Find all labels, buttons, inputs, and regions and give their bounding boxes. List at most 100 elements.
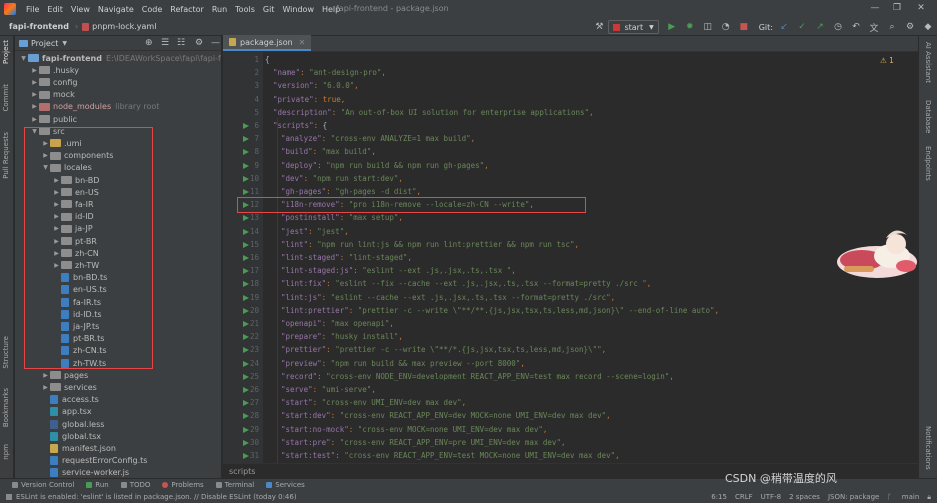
run-script-icon[interactable] bbox=[243, 347, 249, 354]
chevron-right-icon[interactable]: ▶ bbox=[30, 67, 39, 74]
stop-icon[interactable]: ■ bbox=[737, 20, 751, 34]
run-script-icon[interactable] bbox=[243, 426, 249, 433]
npm-tool-tab[interactable]: npm bbox=[2, 444, 10, 460]
git-push-icon[interactable]: ↗ bbox=[813, 20, 827, 34]
tree-item[interactable]: ▶ public bbox=[30, 113, 77, 125]
close-window-button[interactable]: ✕ bbox=[914, 2, 928, 15]
chevron-right-icon[interactable]: ▶ bbox=[30, 91, 39, 98]
status-message[interactable]: ESLint is enabled: 'eslint' is listed in… bbox=[16, 493, 297, 501]
run-script-icon[interactable] bbox=[243, 307, 249, 314]
code-editor[interactable]: {"name": "ant-design-pro", "version": "6.… bbox=[263, 52, 918, 463]
tree-item[interactable]: manifest.json bbox=[41, 442, 116, 454]
run-script-icon[interactable] bbox=[243, 321, 249, 327]
tree-item[interactable]: ▶ config bbox=[30, 76, 77, 88]
close-tab-icon[interactable]: ✕ bbox=[299, 38, 306, 47]
caret-position[interactable]: 6:15 bbox=[711, 493, 727, 501]
menu-edit[interactable]: Edit bbox=[43, 5, 67, 14]
menu-file[interactable]: File bbox=[22, 5, 43, 14]
menu-tools[interactable]: Tools bbox=[231, 5, 259, 14]
coverage-icon[interactable]: ◫ bbox=[701, 20, 715, 34]
debug-icon[interactable]: ✹ bbox=[683, 20, 697, 34]
chevron-right-icon[interactable]: ▶ bbox=[30, 103, 39, 110]
search-icon[interactable]: ⌕ bbox=[885, 20, 899, 34]
git-update-icon[interactable]: ↙ bbox=[777, 20, 791, 34]
run-script-icon[interactable] bbox=[243, 149, 249, 156]
gear-icon[interactable]: ⚙ bbox=[195, 38, 203, 48]
breadcrumb-file[interactable]: pnpm-lock.yaml bbox=[92, 22, 156, 31]
run-script-icon[interactable] bbox=[243, 189, 249, 195]
menu-view[interactable]: View bbox=[67, 5, 94, 14]
line-separator[interactable]: CRLF bbox=[735, 493, 753, 501]
tree-item[interactable]: service-worker.js bbox=[41, 467, 129, 478]
rollback-icon[interactable]: ↶ bbox=[849, 20, 863, 34]
translate-icon[interactable]: 文 bbox=[867, 20, 881, 34]
file-encoding[interactable]: UTF-8 bbox=[761, 493, 781, 501]
chevron-down-icon[interactable]: ▼ bbox=[19, 55, 28, 62]
json-schema[interactable]: JSON: package bbox=[828, 493, 879, 501]
run-script-icon[interactable] bbox=[243, 215, 249, 222]
tab-package-json[interactable]: package.json ✕ bbox=[223, 35, 312, 51]
indent-setting[interactable]: 2 spaces bbox=[789, 493, 820, 501]
run-script-icon[interactable] bbox=[243, 387, 249, 393]
tree-item[interactable]: ▶ mock bbox=[30, 89, 75, 101]
locate-icon[interactable]: ⊕ bbox=[145, 38, 153, 48]
run-icon[interactable]: ▶ bbox=[665, 20, 679, 34]
run-script-icon[interactable] bbox=[243, 360, 249, 367]
tree-item[interactable]: global.less bbox=[41, 418, 104, 430]
run-script-icon[interactable] bbox=[243, 136, 249, 143]
commit-tool-tab[interactable]: Commit bbox=[2, 84, 10, 112]
bookmarks-tool-tab[interactable]: Bookmarks bbox=[2, 388, 10, 427]
run-tab[interactable]: Run bbox=[86, 481, 109, 489]
menu-navigate[interactable]: Navigate bbox=[94, 5, 138, 14]
tree-item[interactable]: ▶ services bbox=[41, 381, 97, 393]
profile-icon[interactable]: ◔ bbox=[719, 20, 733, 34]
problems-tab[interactable]: Problems bbox=[162, 481, 204, 489]
tree-item[interactable]: ▶ node_modules library root bbox=[30, 101, 159, 113]
hide-icon[interactable]: — bbox=[211, 38, 220, 48]
tree-item[interactable]: access.ts bbox=[41, 394, 99, 406]
version-control-tab[interactable]: Version Control bbox=[12, 481, 74, 489]
run-script-icon[interactable] bbox=[243, 334, 249, 341]
hammer-build-icon[interactable]: ⚒ bbox=[592, 20, 606, 34]
history-icon[interactable]: ◷ bbox=[831, 20, 845, 34]
maximize-button[interactable]: ❐ bbox=[890, 2, 904, 15]
collapse-all-icon[interactable]: ☷ bbox=[177, 38, 185, 48]
structure-tool-tab[interactable]: Structure bbox=[2, 336, 10, 369]
tree-item[interactable]: requestErrorConfig.ts bbox=[41, 455, 147, 467]
run-script-icon[interactable] bbox=[243, 123, 249, 129]
run-script-icon[interactable] bbox=[243, 413, 249, 420]
minimize-button[interactable]: — bbox=[868, 2, 882, 15]
tree-item[interactable]: ▼ fapi-frontend E:\IDEAWorkSpace\fapi\fapi… bbox=[19, 52, 221, 64]
menu-code[interactable]: Code bbox=[138, 5, 166, 14]
todo-tab[interactable]: TODO bbox=[120, 481, 150, 489]
lock-icon[interactable]: 🔒︎ bbox=[927, 493, 931, 502]
warning-badge[interactable]: ⚠ 1 bbox=[880, 56, 894, 65]
terminal-tab[interactable]: Terminal bbox=[215, 481, 254, 489]
project-panel-title[interactable]: Project bbox=[31, 39, 58, 48]
chevron-right-icon[interactable]: ▶ bbox=[41, 384, 50, 391]
run-script-icon[interactable] bbox=[243, 400, 249, 407]
run-script-icon[interactable] bbox=[243, 268, 249, 275]
run-script-icon[interactable] bbox=[243, 281, 249, 288]
services-tab[interactable]: Services bbox=[266, 481, 305, 489]
database-tool-tab[interactable]: Database bbox=[924, 100, 932, 133]
menu-run[interactable]: Run bbox=[208, 5, 231, 14]
run-script-icon[interactable] bbox=[243, 439, 249, 446]
project-tool-tab[interactable]: Project bbox=[2, 40, 10, 64]
run-script-icon[interactable] bbox=[243, 453, 249, 459]
tree-item[interactable]: ▶ .husky bbox=[30, 64, 79, 76]
run-script-icon[interactable] bbox=[243, 373, 249, 380]
expand-all-icon[interactable]: ☰ bbox=[161, 38, 169, 48]
run-script-icon[interactable] bbox=[243, 175, 249, 182]
chevron-right-icon[interactable]: ▶ bbox=[41, 372, 50, 379]
pull-requests-tool-tab[interactable]: Pull Requests bbox=[2, 132, 10, 179]
run-script-icon[interactable] bbox=[243, 162, 249, 169]
endpoints-tool-tab[interactable]: Endpoints bbox=[924, 146, 932, 181]
chevron-right-icon[interactable]: ▶ bbox=[30, 116, 39, 123]
run-script-icon[interactable] bbox=[243, 228, 249, 235]
run-script-icon[interactable] bbox=[243, 241, 249, 248]
jetbrains-icon[interactable]: ◆ bbox=[921, 20, 935, 34]
git-branch[interactable]: ᚴ main bbox=[887, 493, 919, 501]
tree-item[interactable]: app.tsx bbox=[41, 406, 92, 418]
breadcrumb-scripts[interactable]: scripts bbox=[229, 467, 255, 476]
